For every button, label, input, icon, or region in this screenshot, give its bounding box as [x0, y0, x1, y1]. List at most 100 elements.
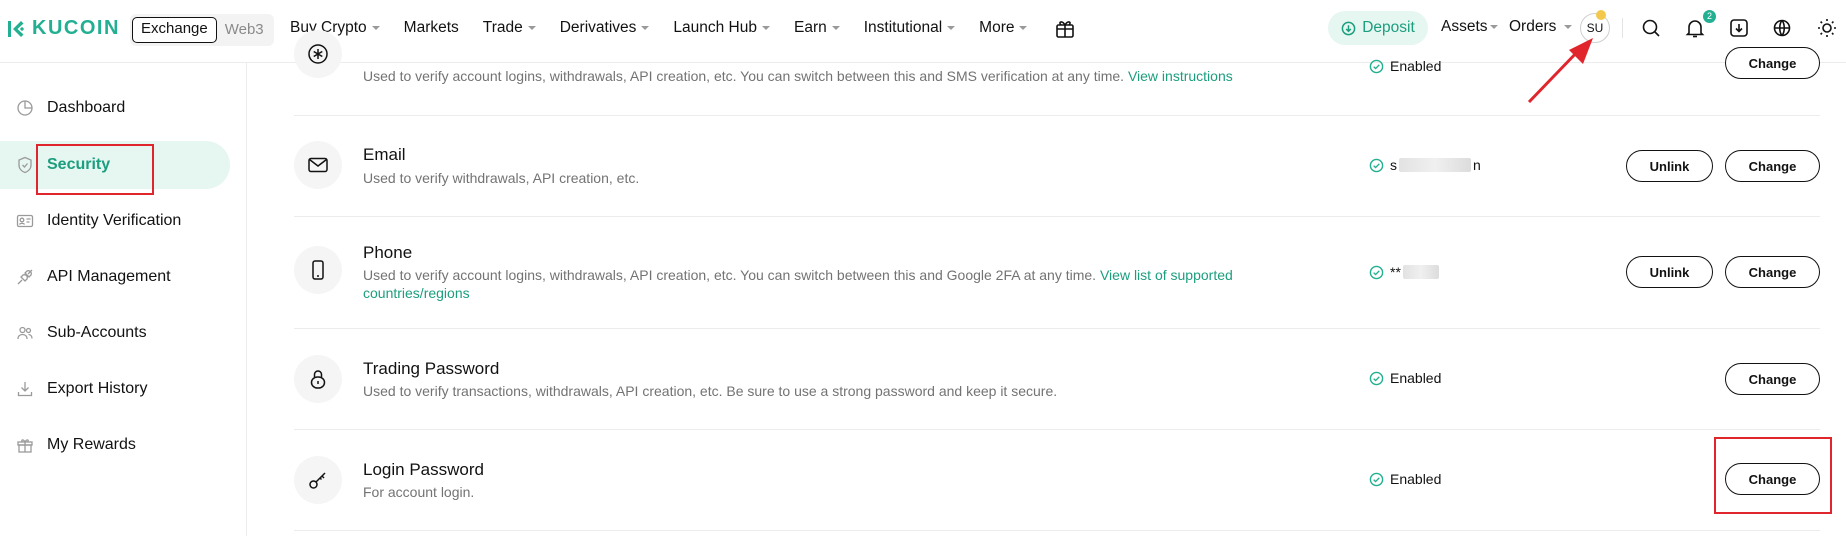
nav-trade[interactable]: Trade — [483, 19, 536, 37]
chevron-down-icon — [371, 26, 380, 30]
divider — [1622, 18, 1623, 38]
trading-password-change-button[interactable]: Change — [1725, 363, 1820, 395]
row-title: Email — [363, 145, 406, 164]
chevron-down-icon — [947, 26, 956, 30]
row-status: Enabled — [1369, 58, 1441, 74]
row-status: Enabled — [1369, 370, 1441, 386]
kucoin-logo-icon — [8, 20, 25, 37]
mail-icon — [308, 157, 328, 173]
annotation-highlight-security — [36, 144, 154, 195]
dashboard-icon — [17, 100, 33, 116]
sidebar-item-label: Dashboard — [47, 99, 126, 116]
chevron-down-icon — [641, 26, 650, 30]
kucoin-logo[interactable]: KUCOIN — [7, 17, 120, 40]
exchange-tab[interactable]: Exchange — [132, 17, 217, 43]
view-instructions-link[interactable]: View instructions — [1128, 68, 1233, 84]
security-row-trading-password: Trading Password Used to verify transact… — [294, 328, 1820, 430]
nav-label: Derivatives — [559, 19, 637, 36]
export-icon — [17, 382, 33, 397]
sidebar-item-label: Identity Verification — [47, 212, 182, 229]
sidebar-item-my-rewards[interactable]: My Rewards — [0, 421, 230, 469]
row-description: For account login. — [363, 484, 475, 500]
supported-countries-link-cont[interactable]: countries/regions — [363, 285, 470, 301]
nav-earn[interactable]: Earn — [794, 19, 840, 37]
google-change-button[interactable]: Change — [1725, 47, 1820, 79]
exchange-web3-toggle: Exchange Web3 — [130, 14, 274, 46]
web3-tab[interactable]: Web3 — [217, 18, 272, 42]
nav-derivatives[interactable]: Derivatives — [560, 19, 650, 37]
phone-unlink-button[interactable]: Unlink — [1626, 256, 1713, 288]
email-change-button[interactable]: Change — [1725, 150, 1820, 182]
row-icon-wrap — [294, 30, 342, 78]
notification-count-badge: 2 — [1703, 10, 1716, 23]
masked-phone-start: ** — [1390, 264, 1401, 280]
chevron-down-icon — [761, 26, 770, 30]
sidebar-item-export-history[interactable]: Export History — [0, 365, 230, 413]
security-row-phone: Phone Used to verify account logins, wit… — [294, 216, 1820, 329]
check-circle-icon — [1369, 265, 1384, 279]
theme-sun-icon[interactable] — [1815, 16, 1839, 40]
nav-label: Institutional — [863, 19, 943, 36]
row-description: Used to verify account logins, withdrawa… — [363, 67, 1263, 85]
nav-markets[interactable]: Markets — [404, 19, 459, 37]
check-circle-icon — [1369, 472, 1384, 486]
phone-icon — [312, 260, 324, 280]
check-circle-icon — [1369, 59, 1384, 73]
nav-label: Launch Hub — [673, 19, 757, 36]
users-icon — [17, 326, 33, 340]
check-circle-icon — [1369, 371, 1384, 385]
chevron-down-icon — [1564, 25, 1573, 29]
nav-institutional[interactable]: Institutional — [863, 19, 956, 37]
deposit-label: Deposit — [1362, 19, 1415, 36]
sidebar-item-dashboard[interactable]: Dashboard — [0, 84, 230, 132]
row-description: Used to verify transactions, withdrawals… — [363, 383, 1058, 399]
security-row-email: Email Used to verify withdrawals, API cr… — [294, 115, 1820, 217]
sidebar-item-label: My Rewards — [47, 436, 136, 453]
row-description: Used to verify account logins, withdrawa… — [363, 266, 1263, 302]
api-icon — [17, 269, 33, 285]
row-status: s n — [1369, 157, 1481, 173]
gift-icon — [17, 439, 33, 453]
lock-icon — [310, 370, 326, 389]
assets-label: Assets — [1441, 18, 1488, 35]
phone-change-button[interactable]: Change — [1725, 256, 1820, 288]
sidebar-item-identity-verification[interactable]: Identity Verification — [0, 197, 230, 245]
status-text: Enabled — [1390, 471, 1442, 487]
nav-launch-hub[interactable]: Launch Hub — [673, 19, 770, 37]
chevron-down-icon — [1489, 25, 1498, 29]
row-icon-wrap — [294, 141, 342, 189]
key-icon — [309, 472, 326, 489]
orders-menu[interactable]: Orders — [1509, 18, 1573, 36]
shield-icon — [18, 156, 32, 174]
search-icon[interactable] — [1639, 16, 1663, 40]
security-row-login-password: Login Password For account login. Enable… — [294, 429, 1820, 531]
row-icon-wrap — [294, 355, 342, 403]
email-unlink-button[interactable]: Unlink — [1626, 150, 1713, 182]
orders-label: Orders — [1509, 18, 1557, 35]
check-circle-icon — [1369, 158, 1384, 172]
row-icon-wrap — [294, 246, 342, 294]
row-description: Used to verify withdrawals, API creation… — [363, 170, 640, 186]
masked-email-end: n — [1473, 157, 1481, 173]
assets-menu[interactable]: Assets — [1441, 18, 1498, 36]
nav-label: Markets — [403, 19, 459, 36]
sidebar-item-api-management[interactable]: API Management — [0, 253, 230, 301]
chevron-down-icon — [831, 26, 840, 30]
supported-countries-link[interactable]: View list of supported — [1100, 267, 1233, 283]
globe-icon[interactable] — [1771, 16, 1795, 40]
sidebar-item-label: Sub-Accounts — [47, 324, 147, 341]
rewards-gift-icon[interactable] — [1053, 16, 1077, 40]
row-status: Enabled — [1369, 471, 1441, 487]
annotation-highlight-login-change — [1714, 437, 1832, 514]
masked-email-start: s — [1390, 157, 1397, 173]
nav-label: More — [979, 19, 1015, 36]
nav-more[interactable]: More — [979, 19, 1028, 37]
sidebar-item-sub-accounts[interactable]: Sub-Accounts — [0, 309, 230, 357]
vip-badge-icon — [1596, 10, 1606, 20]
row-icon-wrap — [294, 456, 342, 504]
download-icon[interactable] — [1727, 16, 1751, 40]
brand-name: KUCOIN — [32, 17, 120, 39]
redacted-email — [1399, 158, 1471, 172]
id-card-icon — [16, 214, 34, 228]
row-status: ** — [1369, 264, 1439, 280]
